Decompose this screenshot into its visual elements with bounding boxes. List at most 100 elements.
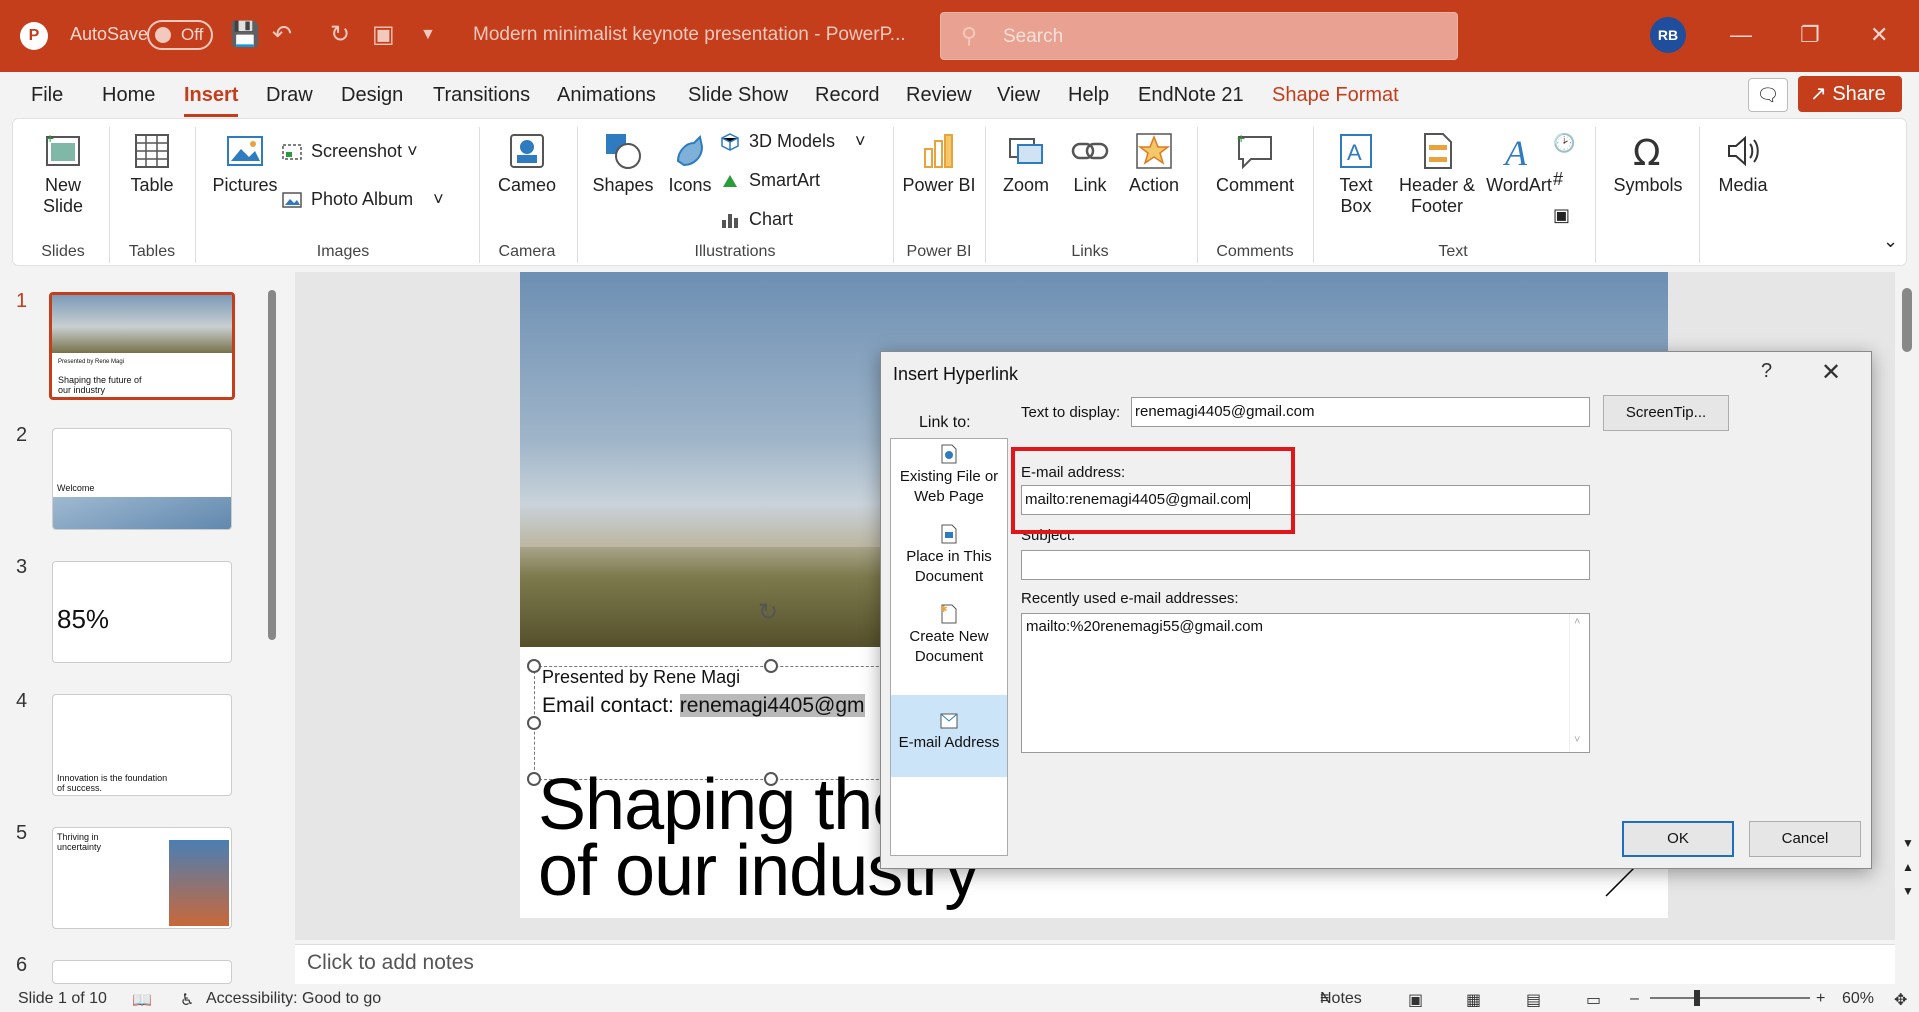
recent-list-scrollbar[interactable]: ˄ ˅ — [1569, 614, 1589, 752]
thumbnail-slide-2[interactable]: Welcome — [52, 428, 232, 530]
minimize-icon[interactable]: — — [1730, 22, 1752, 48]
present-icon[interactable]: ▣ — [372, 20, 395, 49]
collapse-ribbon-icon[interactable]: ⌄ — [1883, 231, 1898, 252]
tab-review[interactable]: Review — [906, 84, 972, 107]
thumbnail-slide-3[interactable]: 85% — [52, 561, 232, 663]
screenshot-button[interactable]: Screenshot ˅ — [281, 141, 418, 162]
resize-handle[interactable] — [527, 659, 541, 673]
tab-design[interactable]: Design — [341, 84, 403, 107]
tab-shape-format[interactable]: Shape Format — [1272, 84, 1399, 107]
notes-pane[interactable]: Click to add notes — [295, 944, 1895, 984]
thumbnail-slide-6[interactable] — [52, 960, 232, 984]
notes-book-icon[interactable]: 📖 — [132, 990, 152, 1010]
symbols-button[interactable]: Ω Symbols — [1603, 131, 1693, 196]
presented-by-text[interactable]: Presented by Rene Magi — [542, 667, 740, 688]
customize-qat-icon[interactable]: ▼ — [420, 26, 436, 44]
wordart-button[interactable]: A WordArt — [1481, 131, 1557, 196]
avatar[interactable]: RB — [1650, 17, 1686, 53]
normal-view-icon[interactable]: ▣ — [1408, 990, 1423, 1010]
link-option-email-address[interactable]: E-mail Address — [891, 695, 1007, 777]
pictures-button[interactable]: Pictures — [205, 131, 285, 196]
thumbnail-slide-1[interactable]: Presented by Rene Magi Shaping the futur… — [49, 292, 235, 400]
date-time-icon[interactable]: 🕑 — [1553, 133, 1575, 154]
tab-insert[interactable]: Insert — [184, 84, 239, 117]
undo-icon[interactable]: ↶ — [272, 20, 292, 49]
power-bi-button[interactable]: Power BI — [901, 131, 977, 196]
thumbnail-scrollbar[interactable] — [268, 290, 276, 640]
comments-button[interactable]: 🗨 — [1748, 78, 1788, 112]
header-footer-button[interactable]: Header & Footer — [1393, 131, 1481, 217]
zoom-button[interactable]: Zoom — [993, 131, 1059, 196]
slide-number-icon[interactable]: # — [1553, 169, 1563, 190]
new-slide-button[interactable]: + New Slide — [23, 131, 103, 217]
action-button[interactable]: Action — [1121, 131, 1187, 196]
object-icon[interactable]: ▣ — [1553, 205, 1570, 226]
resize-handle[interactable] — [764, 659, 778, 673]
tab-file[interactable]: File — [31, 84, 63, 107]
media-button[interactable]: Media — [1705, 131, 1781, 196]
ok-button[interactable]: OK — [1622, 821, 1734, 857]
tab-transitions[interactable]: Transitions — [433, 84, 530, 107]
icons-button[interactable]: Icons — [657, 131, 723, 196]
text-to-display-input[interactable]: renemagi4405@gmail.com — [1131, 397, 1590, 427]
chart-button[interactable]: Chart — [719, 209, 793, 230]
search-box[interactable]: ⚲ Search — [940, 12, 1458, 60]
link-option-existing-file[interactable]: Existing File or Web Page — [891, 443, 1007, 515]
resize-handle[interactable] — [527, 716, 541, 730]
rotate-handle-icon[interactable]: ↻ — [758, 598, 778, 627]
scroll-thumb[interactable] — [1902, 288, 1912, 352]
cameo-button[interactable]: Cameo — [487, 131, 567, 196]
recent-email-item[interactable]: mailto:%20renemagi55@gmail.com — [1026, 618, 1263, 635]
subject-input[interactable] — [1021, 550, 1590, 580]
zoom-slider[interactable] — [1650, 997, 1810, 999]
help-icon[interactable]: ? — [1761, 360, 1772, 383]
email-contact-text[interactable]: Email contact: renemagi4405@gm — [542, 694, 865, 718]
zoom-out-icon[interactable]: – — [1630, 990, 1639, 1008]
slide-sorter-icon[interactable]: ▦ — [1466, 990, 1481, 1010]
link-option-create-new[interactable]: ✱ Create New Document — [891, 603, 1007, 675]
reading-view-icon[interactable]: ▤ — [1526, 990, 1541, 1010]
comment-button[interactable]: + Comment — [1205, 131, 1305, 196]
editor-scrollbar[interactable]: ▼ ▲ ▼ — [1898, 272, 1919, 972]
dialog-close-icon[interactable]: ✕ — [1821, 358, 1841, 387]
tab-help[interactable]: Help — [1068, 84, 1109, 107]
tab-draw[interactable]: Draw — [266, 84, 313, 107]
scroll-up-icon[interactable]: ˄ — [1574, 616, 1580, 628]
autosave-toggle[interactable]: Off — [147, 20, 213, 50]
screentip-button[interactable]: ScreenTip... — [1603, 395, 1729, 431]
thumbnail-slide-5[interactable]: Thriving in uncertainty — [52, 827, 232, 929]
fit-to-window-icon[interactable]: ✥ — [1894, 990, 1907, 1010]
save-icon[interactable]: 💾 — [230, 20, 260, 49]
cancel-button[interactable]: Cancel — [1749, 821, 1861, 857]
tab-view[interactable]: View — [997, 84, 1040, 107]
table-button[interactable]: Table — [117, 131, 187, 196]
scroll-down-icon[interactable]: ▼ — [1902, 836, 1914, 850]
slide-show-icon[interactable]: ▭ — [1586, 990, 1601, 1010]
tab-slide-show[interactable]: Slide Show — [688, 84, 788, 107]
accessibility-status[interactable]: Accessibility: Good to go — [206, 990, 381, 1008]
zoom-level[interactable]: 60% — [1842, 990, 1874, 1008]
tab-animations[interactable]: Animations — [557, 84, 656, 107]
tab-record[interactable]: Record — [815, 84, 879, 107]
restore-icon[interactable]: ❐ — [1800, 22, 1820, 48]
text-box-button[interactable]: A Text Box — [1323, 131, 1389, 217]
link-option-place-in-document[interactable]: Place in This Document — [891, 523, 1007, 595]
scroll-down-icon[interactable]: ˅ — [1574, 734, 1580, 746]
tab-endnote[interactable]: EndNote 21 — [1138, 84, 1244, 107]
3d-models-button[interactable]: 3D Models ˅ — [719, 131, 866, 152]
shapes-button[interactable]: Shapes — [585, 131, 661, 196]
tab-home[interactable]: Home — [102, 84, 155, 107]
link-button[interactable]: Link — [1059, 131, 1121, 196]
share-button[interactable]: ↗ Share — [1798, 76, 1902, 112]
next-slide-icon[interactable]: ▼ — [1902, 884, 1914, 898]
zoom-slider-thumb[interactable] — [1694, 990, 1700, 1006]
notes-toggle[interactable]: Notes — [1320, 990, 1362, 1008]
close-icon[interactable]: ✕ — [1870, 22, 1888, 48]
zoom-in-icon[interactable]: + — [1816, 990, 1825, 1008]
recent-emails-list[interactable]: mailto:%20renemagi55@gmail.com ˄ ˅ — [1021, 613, 1590, 753]
photo-album-button[interactable]: Photo Album ˅ — [281, 189, 444, 210]
redo-icon[interactable]: ↻ — [330, 20, 350, 49]
thumbnail-slide-4[interactable]: Innovation is the foundation of success. — [52, 694, 232, 796]
previous-slide-icon[interactable]: ▲ — [1902, 860, 1914, 874]
smartart-button[interactable]: SmartArt — [719, 170, 820, 191]
